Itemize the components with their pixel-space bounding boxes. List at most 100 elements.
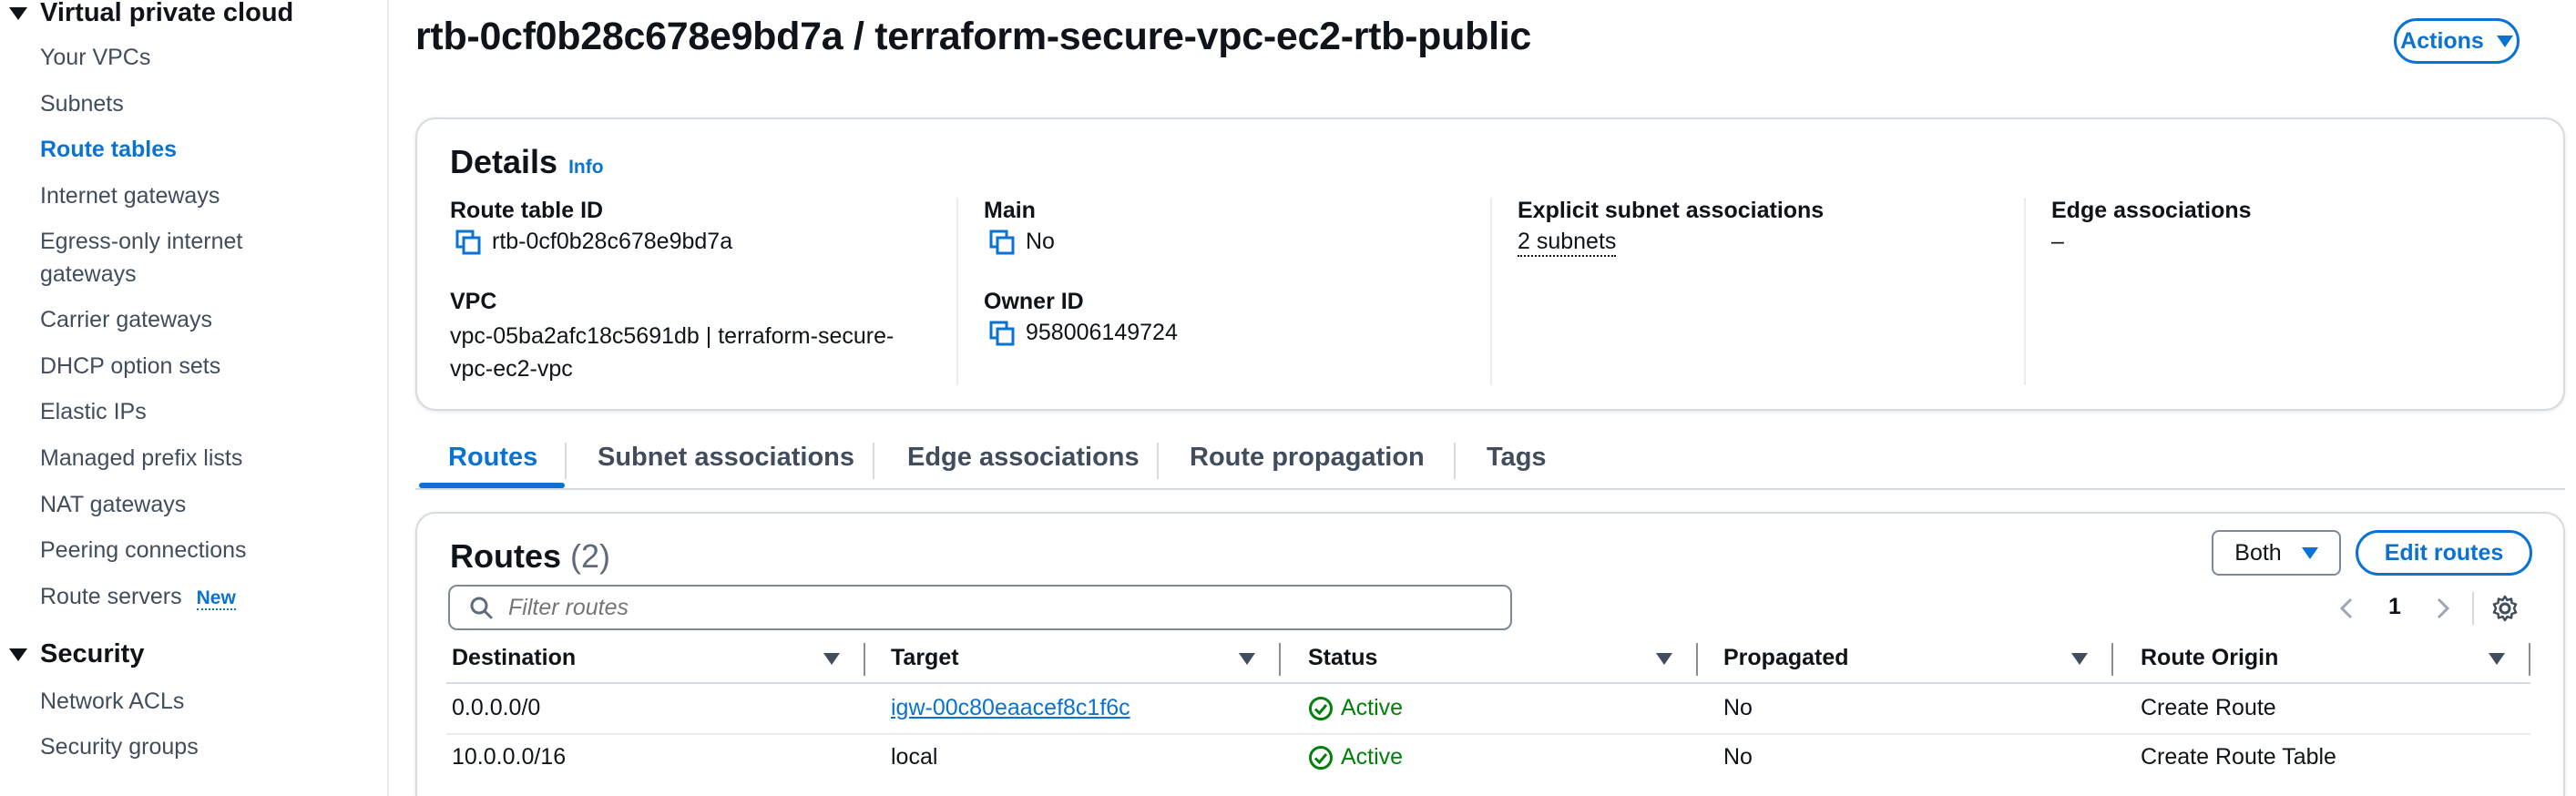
current-page[interactable]: 1 [2388, 594, 2401, 620]
sort-icon[interactable] [1239, 653, 1255, 665]
tab-divider [1454, 443, 1456, 479]
new-badge: New [196, 587, 236, 610]
sort-icon[interactable] [823, 653, 840, 665]
owner-id-label: Owner ID [984, 289, 1084, 314]
owner-id-value: 958006149724 [989, 320, 1178, 346]
details-title: Details Info [450, 143, 604, 181]
sidebar-section-vpc[interactable]: Virtual private cloud [9, 0, 293, 28]
column-header-status[interactable]: Status [1308, 645, 1377, 671]
copy-icon[interactable] [989, 230, 1015, 255]
cell-status: Active [1308, 695, 1403, 721]
status-text: Active [1341, 695, 1404, 720]
column-header-destination[interactable]: Destination [452, 645, 576, 671]
cell-destination: 10.0.0.0/16 [452, 744, 567, 770]
tab-route-propagation[interactable]: Route propagation [1190, 443, 1425, 473]
edge-associations-value: – [2051, 229, 2064, 254]
explicit-subnet-associations-value[interactable]: 2 subnets [1518, 229, 1617, 257]
sidebar-item-route-servers[interactable]: Route servers New [40, 580, 236, 615]
cell-status: Active [1308, 744, 1403, 770]
explicit-subnet-associations-text: 2 subnets [1518, 229, 1617, 257]
details-title-text: Details [450, 143, 558, 180]
column-resizer[interactable] [1279, 643, 1281, 676]
column-divider [1490, 198, 1492, 385]
route-table-id-label: Route table ID [450, 198, 604, 223]
sidebar-item-egress-only-internet-gateways[interactable]: Egress-only internet gateways [40, 225, 268, 291]
route-table-id-text: rtb-0cf0b28c678e9bd7a [492, 229, 733, 254]
tab-divider [565, 443, 567, 479]
pagination-divider [2472, 592, 2474, 625]
vpc-link[interactable]: vpc-05ba2afc18c5691db | terraform-secure… [450, 320, 924, 385]
filter-routes-input[interactable] [506, 593, 1494, 622]
routes-count: (2) [570, 537, 611, 575]
column-resizer[interactable] [1696, 643, 1698, 676]
tab-routes[interactable]: Routes [448, 443, 537, 473]
edge-associations-label: Edge associations [2051, 198, 2252, 223]
copy-icon[interactable] [455, 230, 481, 255]
column-header-propagated[interactable]: Propagated [1723, 645, 1849, 671]
sidebar-item-peering-connections[interactable]: Peering connections [40, 534, 247, 566]
edit-routes-button[interactable]: Edit routes [2356, 530, 2532, 576]
column-resizer[interactable] [2529, 643, 2530, 676]
sort-icon[interactable] [1656, 653, 1672, 665]
tab-subnet-associations[interactable]: Subnet associations [598, 443, 854, 473]
sidebar-item-carrier-gateways[interactable]: Carrier gateways [40, 303, 212, 336]
sidebar-item-subnets[interactable]: Subnets [40, 87, 124, 120]
row-divider [446, 733, 2530, 735]
caret-down-icon [2496, 35, 2513, 47]
copy-icon[interactable] [989, 321, 1015, 346]
routes-title: Routes (2) [450, 537, 610, 576]
column-header-target[interactable]: Target [891, 645, 959, 671]
both-select[interactable]: Both [2212, 530, 2341, 576]
info-link[interactable]: Info [568, 157, 603, 178]
cell-target: igw-00c80eaacef8c1f6c [891, 695, 1130, 721]
gear-icon[interactable] [2490, 594, 2520, 623]
filter-routes-field[interactable] [448, 585, 1512, 630]
tab-divider [1157, 443, 1159, 479]
chevron-left-icon[interactable] [2337, 596, 2356, 621]
sort-icon[interactable] [2071, 653, 2088, 665]
both-select-label: Both [2234, 539, 2282, 566]
status-text: Active [1341, 744, 1404, 770]
route-table-id-value: rtb-0cf0b28c678e9bd7a [455, 229, 732, 255]
routes-title-text: Routes [450, 537, 562, 575]
column-resizer[interactable] [2111, 643, 2113, 676]
caret-down-icon [9, 6, 27, 20]
sidebar-section-security[interactable]: Security [9, 639, 144, 669]
cell-destination: 0.0.0.0/0 [452, 695, 541, 720]
sidebar-item-security-groups[interactable]: Security groups [40, 730, 199, 763]
sidebar-item-nat-gateways[interactable]: NAT gateways [40, 488, 186, 521]
cell-propagated: No [1723, 744, 1753, 770]
cell-route-origin: Create Route [2141, 695, 2276, 720]
sidebar-item-internet-gateways[interactable]: Internet gateways [40, 179, 220, 212]
sort-icon[interactable] [2489, 653, 2505, 665]
target-link[interactable]: igw-00c80eaacef8c1f6c [891, 695, 1130, 721]
owner-id-text: 958006149724 [1026, 320, 1178, 345]
sidebar-item-your-vpcs[interactable]: Your VPCs [40, 41, 150, 74]
sidebar-item-dhcp-option-sets[interactable]: DHCP option sets [40, 350, 220, 383]
main-label: Main [984, 198, 1036, 223]
tab-tags[interactable]: Tags [1487, 443, 1547, 473]
tab-edge-associations[interactable]: Edge associations [907, 443, 1140, 473]
column-resizer[interactable] [864, 643, 865, 676]
actions-label: Actions [2400, 27, 2484, 54]
vpc-label: VPC [450, 289, 497, 314]
tab-divider [873, 443, 874, 479]
sidebar-item-route-tables[interactable]: Route tables [40, 133, 177, 166]
cell-propagated: No [1723, 695, 1753, 720]
sidebar: Virtual private cloud Your VPCs Subnets … [0, 0, 389, 796]
sidebar-item-label: Route servers [40, 584, 182, 609]
chevron-right-icon[interactable] [2434, 596, 2452, 621]
actions-button[interactable]: Actions [2394, 18, 2520, 64]
column-divider [956, 198, 958, 385]
details-panel: Details Info Route table ID rtb-0cf0b28c6… [415, 117, 2565, 411]
explicit-subnet-associations-label: Explicit subnet associations [1518, 198, 1825, 223]
sidebar-item-elastic-ips[interactable]: Elastic IPs [40, 395, 147, 428]
tabs-underline [415, 488, 2565, 490]
check-circle-icon [1309, 696, 1333, 720]
column-header-route-origin[interactable]: Route Origin [2141, 645, 2278, 671]
header-divider [446, 682, 2530, 684]
sidebar-section-label: Virtual private cloud [40, 0, 294, 27]
cell-route-origin: Create Route Table [2141, 744, 2336, 770]
sidebar-item-network-acls[interactable]: Network ACLs [40, 685, 184, 718]
sidebar-item-managed-prefix-lists[interactable]: Managed prefix lists [40, 442, 242, 475]
